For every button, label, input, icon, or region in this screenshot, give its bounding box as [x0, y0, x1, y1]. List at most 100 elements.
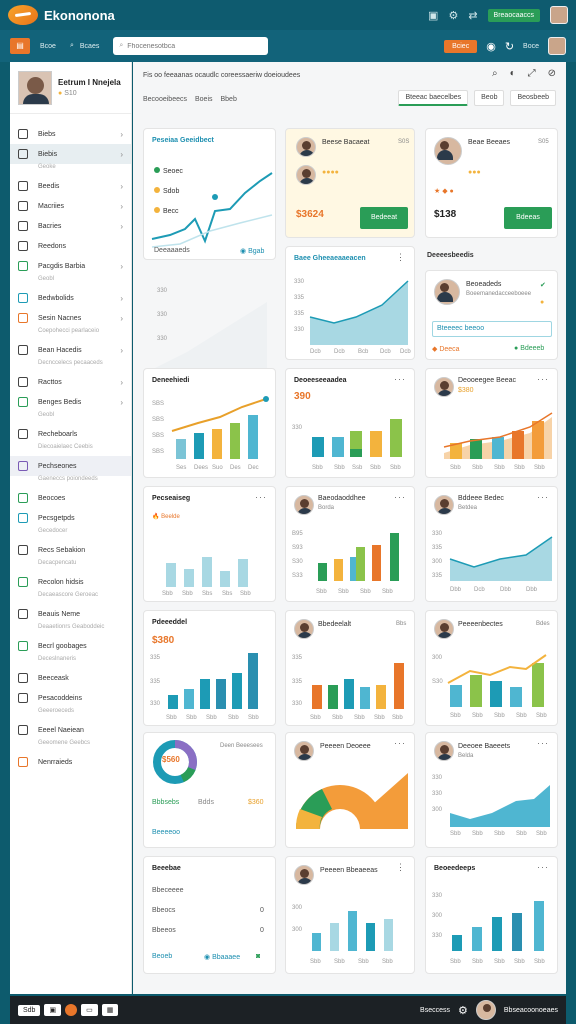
card-sales-yellow[interactable]: Beese Bacaeat S0S ●●●● $3624 Bedeeat	[285, 128, 415, 238]
sidebar-item[interactable]: Macriies ›	[10, 196, 131, 216]
card-area-chart[interactable]: Baee Gheeaeaaeacen ⋮ 330 335 335 330 Dcb…	[285, 246, 415, 360]
search-input[interactable]	[127, 42, 258, 50]
window-icon[interactable]: ▣	[44, 1004, 62, 1016]
bottom-avatar[interactable]	[475, 1000, 496, 1020]
settings-icon[interactable]: ⚙	[448, 9, 458, 22]
sidebar-item[interactable]: Bean Hacedis ›	[10, 340, 131, 360]
bottom-label-2[interactable]: Bbseacoonoeaes	[504, 1007, 558, 1014]
card-bar-8[interactable]: Bbedeelalt Bbs 335 335 330 Sbb Sbb Sbb Sbb Sbb	[285, 610, 415, 726]
settings-icon[interactable]: ⚙	[458, 1004, 468, 1017]
sidebar-item[interactable]: Reedons	[10, 236, 131, 256]
bar	[452, 935, 462, 951]
card-chip[interactable]: Bteeeec beeoo	[432, 321, 552, 337]
toolbar-nav-2[interactable]: Bcaes	[80, 43, 99, 50]
layout-icon[interactable]: ▭	[81, 1004, 98, 1016]
more-icon[interactable]: ···	[394, 492, 406, 502]
sidebar-item[interactable]: Beeceask	[10, 668, 131, 688]
toolbar-avatar[interactable]	[548, 37, 566, 55]
card-profile-sales[interactable]: Beae Beeaes S05 ●●● ★ ◆ ● $138 Bdeeas	[425, 128, 558, 238]
card-bar-2[interactable]: Deoeeseeaadea ··· 390 330 Sbb Sbb Ssb Sbb Sb…	[285, 368, 415, 478]
card-bar-5[interactable]: Baeodaoddhee Borda ··· B95 S93 S30 S33 Sbb S…	[285, 486, 415, 602]
window-icon[interactable]: ▣	[428, 9, 438, 22]
user-avatar[interactable]	[550, 6, 568, 24]
link-icon[interactable]: ⊘	[548, 68, 556, 79]
share-icon[interactable]: ⇄	[468, 9, 477, 22]
search-icon[interactable]: ⌕	[492, 68, 498, 79]
toolbar-nav-1[interactable]: Bcoe	[40, 43, 56, 50]
sidebar-item[interactable]: Eeeel Naeiean	[10, 720, 131, 740]
grid-icon[interactable]: ▦	[101, 1004, 119, 1016]
sidebar-item[interactable]: Pacgdis Barbia ›	[10, 256, 131, 276]
chip-3[interactable]: Beosbeeb	[510, 90, 556, 106]
more-icon[interactable]: ···	[255, 492, 267, 502]
menu-icon[interactable]: ▤	[10, 38, 30, 54]
nav-item-icon	[18, 129, 28, 139]
card-overview[interactable]: Peseiaa Geeidbect Seoec Sdob Becc Deeaaa…	[143, 128, 276, 260]
card-pie[interactable]: Peeeen Deoeee ···	[285, 732, 415, 848]
sidebar-item[interactable]: Biebis ›	[10, 144, 131, 164]
sidebar-item[interactable]: Nenrraieds	[10, 752, 131, 772]
more-icon[interactable]: ···	[394, 374, 406, 384]
expand-icon[interactable]: ⤢	[528, 68, 536, 79]
card-foot[interactable]: Beeeeoo	[152, 829, 180, 836]
sidebar-item[interactable]: Benges Bedis ›	[10, 392, 131, 412]
refresh-icon[interactable]: ↻	[505, 40, 514, 53]
record-icon[interactable]	[65, 1004, 78, 1016]
card-bar-7[interactable]: Pdeeeddel $380 335 335 330 Sbb Sbb Sbb Sbb Sbb	[143, 610, 276, 726]
sidebar-item[interactable]: Racttos ›	[10, 372, 131, 392]
card-foot-2[interactable]: ◉ Bbaaaee	[204, 953, 240, 961]
card-bar-3[interactable]: Deooeegee Beeac $380 ··· Sbb Sbb Sbb Sbb Sbb	[425, 368, 558, 478]
sidebar-item[interactable]: Beocoes	[10, 488, 131, 508]
sidebar-item[interactable]: Recheboarls	[10, 424, 131, 444]
toolbar-right-label[interactable]: Boce	[523, 43, 539, 50]
sidebar-item[interactable]: Sesin Nacnes ›	[10, 308, 131, 328]
card-bar-11[interactable]: Peeeen Bbeaeeas ⋮ 300 300 Sbb Sbb Sbb Sbb	[285, 856, 415, 974]
card-combo-9[interactable]: Peeeenbectes Bdes 300 S30 Sbb Sbb Sbb Sbb Sbb	[425, 610, 558, 726]
tab-2[interactable]: Boeis	[195, 96, 213, 103]
sidebar-item[interactable]: Recolon hidsis	[10, 572, 131, 592]
more-icon[interactable]: ···	[537, 374, 549, 384]
sidebar-item[interactable]: Recs Sebakion	[10, 540, 131, 560]
card-area-6[interactable]: Bddeee Bedec Betdea ··· 330 335 300 335 Dbb…	[425, 486, 558, 602]
bottom-label-1[interactable]: Bseccess	[420, 1007, 450, 1014]
filter-icon[interactable]: ◐	[510, 68, 516, 79]
card-bar-12[interactable]: Beoeedeeps ··· 330 300 330 Sbb Sbb Sbb Sbb Sbb	[425, 856, 558, 974]
sidebar-item[interactable]: Becrl goobages	[10, 636, 131, 656]
toolbar-orange-button[interactable]: Bciec	[444, 39, 478, 53]
chip-2[interactable]: Beob	[474, 90, 505, 106]
tab-3[interactable]: Bbeb	[221, 96, 237, 103]
card-foot[interactable]: Beoeb	[152, 953, 172, 960]
more-icon[interactable]: ···	[537, 492, 549, 502]
card-list[interactable]: Beeebae Bbeceeee Bbeocs 0 Bbeeos 0 Beoeb…	[143, 856, 276, 974]
card-bar-line-1[interactable]: Deneehiedi SBS SBS SBS SBS Ses Dees Suo Des Dec	[143, 368, 276, 478]
card-button[interactable]: Bedeeat	[360, 207, 408, 229]
topbar-action-button[interactable]: Breaocaaccs	[487, 8, 540, 22]
more-icon[interactable]: ⋮	[396, 862, 406, 873]
chevron-right-icon: ›	[120, 261, 123, 271]
card-button[interactable]: Bdeeas	[504, 207, 552, 229]
more-icon[interactable]: ⋮	[396, 252, 406, 263]
more-icon[interactable]: ···	[394, 738, 406, 748]
sidebar-item[interactable]: Pecsgetpds	[10, 508, 131, 528]
card-bar-4[interactable]: Pecseaiseg ··· 🔥 Beelde Sbb Sbb Sbs Sbs Sbb	[143, 486, 276, 602]
card-area-10[interactable]: Deeoee Baeeets Belda ··· 330 330 300 Sbb Sb…	[425, 732, 558, 848]
sidebar-item[interactable]: Bedwbolids ›	[10, 288, 131, 308]
card-donut[interactable]: $560 Deen Beeesees Bbbsebs Bdds $360 Bee…	[143, 732, 276, 848]
sidebar-item[interactable]: Bacries ›	[10, 216, 131, 236]
help-icon[interactable]: ◉	[486, 40, 496, 53]
card-tag[interactable]: ◉ Bgab	[240, 247, 264, 255]
tab-1[interactable]: Becooeibeecs	[143, 96, 187, 103]
sidebar-item[interactable]: Beauis Neme	[10, 604, 131, 624]
sidebar-item[interactable]: Pechseones	[10, 456, 131, 476]
bottom-cell[interactable]: Sdb	[18, 1004, 41, 1016]
sidebar-item[interactable]: Biebs ›	[10, 124, 131, 144]
sidebar-item[interactable]: Beedis ›	[10, 176, 131, 196]
card-title: Peseiaa Geeidbect	[152, 137, 214, 144]
sidebar-item[interactable]: Pesacoddeins	[10, 688, 131, 708]
confirm-icon[interactable]: ◙	[256, 953, 260, 960]
chip-1[interactable]: Bteeac baecelbes	[398, 90, 469, 106]
search-toggle-icon[interactable]: ⌕	[70, 42, 74, 50]
more-icon[interactable]: ···	[537, 862, 549, 872]
more-icon[interactable]: ···	[537, 738, 549, 748]
card-profile-detail[interactable]: Beoeadeds Boeemanedacceeboeee ✔ ● Bteeee…	[425, 270, 558, 360]
